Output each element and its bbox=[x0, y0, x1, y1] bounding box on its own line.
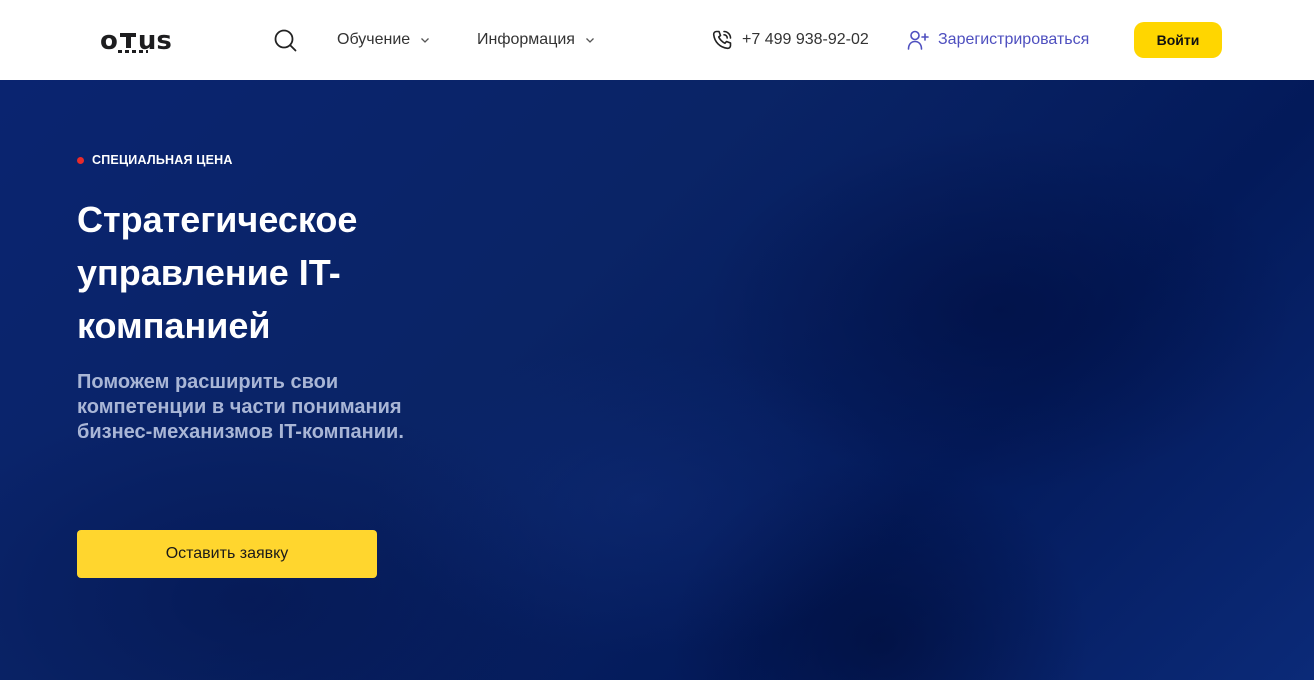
login-button[interactable]: Войти bbox=[1134, 22, 1222, 58]
badge-label: СПЕЦИАЛЬНАЯ ЦЕНА bbox=[92, 153, 233, 167]
red-dot-icon bbox=[77, 156, 84, 164]
course-subtitle: Поможем расширить свои компетенции в час… bbox=[77, 371, 404, 443]
phone-number: +7 499 938-92-02 bbox=[742, 31, 869, 48]
register-link[interactable]: Зарегистрироваться bbox=[906, 28, 1089, 52]
phone-link[interactable]: +7 499 938-92-02 bbox=[710, 28, 869, 52]
nav-item-label: Информация bbox=[477, 31, 575, 48]
chevron-down-icon bbox=[586, 38, 594, 43]
nav-item-information[interactable]: Информация bbox=[477, 30, 595, 50]
submit-application-button[interactable]: Оставить заявку bbox=[77, 530, 377, 578]
register-label: Зарегистрироваться bbox=[938, 31, 1090, 48]
phone-icon bbox=[712, 30, 732, 50]
logo-text-left: o bbox=[100, 26, 118, 56]
site-header: o us Обучение Информация +7 499 938-92-0… bbox=[0, 0, 1314, 80]
otus-logo[interactable]: o us bbox=[100, 26, 172, 56]
add-user-icon bbox=[907, 30, 929, 50]
logo-mark bbox=[117, 28, 148, 54]
nav-item-learning[interactable]: Обучение bbox=[337, 30, 430, 50]
special-price-badge: СПЕЦИАЛЬНАЯ ЦЕНА bbox=[77, 152, 233, 168]
hero-section: СПЕЦИАЛЬНАЯ ЦЕНА Стратегическое управлен… bbox=[0, 80, 1314, 680]
chevron-down-icon bbox=[421, 38, 430, 43]
search-icon[interactable] bbox=[273, 28, 297, 52]
course-title: Стратегическое управление IT-компанией bbox=[77, 199, 358, 346]
nav-item-label: Обучение bbox=[337, 31, 411, 48]
